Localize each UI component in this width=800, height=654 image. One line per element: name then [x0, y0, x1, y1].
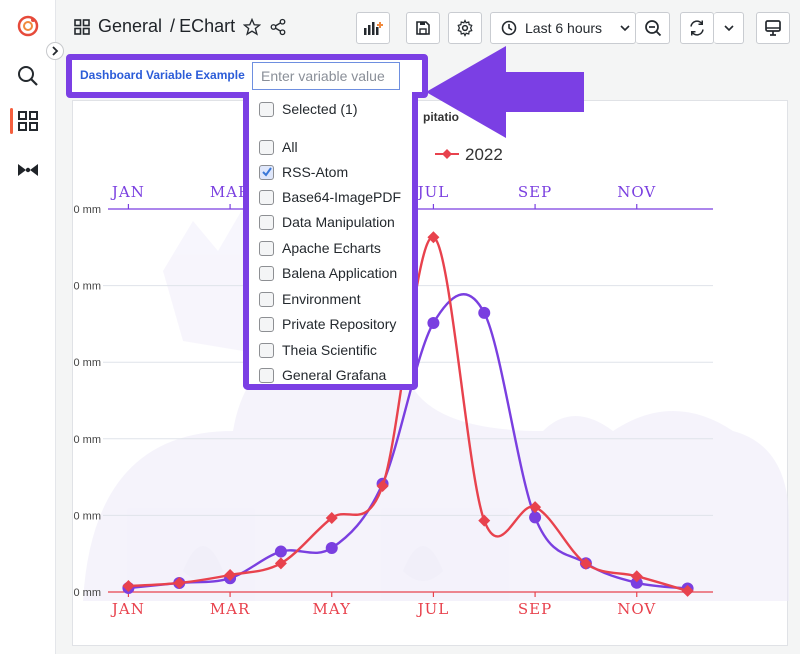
data-point[interactable]: [325, 542, 338, 555]
refresh-button[interactable]: [680, 12, 714, 44]
legend-swatch-marker: [442, 149, 452, 159]
legend-label: 2022: [465, 145, 503, 164]
checkbox[interactable]: [259, 101, 274, 117]
bottom-axis-label: MAY: [313, 600, 352, 618]
y-tick-label: 150 mm: [73, 357, 101, 369]
data-point[interactable]: [529, 511, 542, 524]
option-label: General Grafana: [282, 367, 387, 383]
decorative-background: [83, 181, 789, 601]
option-label: Base64-ImagePDF: [282, 189, 402, 205]
option-row[interactable]: Apache Echarts: [259, 237, 381, 259]
y-tick-label: 100 mm: [73, 434, 101, 446]
refresh-interval-dropdown[interactable]: [714, 12, 744, 44]
option-row[interactable]: Environment: [259, 288, 361, 310]
gear-icon: [457, 19, 473, 37]
checkbox[interactable]: [259, 189, 274, 205]
option-label: Apache Echarts: [282, 240, 381, 256]
variable-value-input[interactable]: [252, 62, 400, 90]
option-label: RSS-Atom: [282, 164, 349, 180]
dashboard-grid-icon: [74, 18, 90, 35]
checkbox[interactable]: [259, 240, 274, 256]
option-row[interactable]: RSS-Atom: [259, 161, 348, 183]
zoom-out-icon: [644, 20, 661, 37]
checkbox[interactable]: [259, 139, 274, 155]
y-tick-label: 0 mm: [74, 587, 102, 599]
chevron-right-icon: [52, 46, 59, 56]
clock-icon: [501, 20, 517, 36]
add-panel-icon: [364, 22, 383, 35]
chart-panel: pitatio 2022 0 mm50 mm100 mm150 mm200 mm…: [61, 100, 789, 646]
checkbox[interactable]: [259, 316, 274, 332]
breadcrumb-separator: /: [170, 16, 176, 36]
arrow-pointer-icon: [426, 46, 584, 138]
refresh-icon: [690, 20, 704, 36]
option-label: All: [282, 139, 298, 155]
chevron-down-icon: [620, 25, 630, 32]
checkbox[interactable]: [259, 342, 274, 358]
breadcrumb: General / EChart: [74, 16, 287, 37]
share-icon[interactable]: [269, 18, 287, 36]
dashboards-icon[interactable]: [10, 103, 46, 139]
time-range-picker[interactable]: Last 6 hours: [490, 12, 636, 44]
option-label: Data Manipulation: [282, 214, 395, 230]
checkbox[interactable]: [259, 291, 274, 307]
checkbox[interactable]: [259, 214, 274, 230]
checkbox[interactable]: [259, 265, 274, 281]
option-label: Private Repository: [282, 316, 397, 332]
legend: 2022: [435, 145, 503, 164]
data-point[interactable]: [478, 306, 491, 319]
y-tick-label: 50 mm: [73, 510, 101, 522]
option-row[interactable]: Base64-ImagePDF: [259, 186, 401, 208]
option-row[interactable]: Theia Scientific: [259, 339, 377, 361]
option-row[interactable]: Data Manipulation: [259, 211, 395, 233]
monitor-icon: [765, 20, 781, 36]
top-axis-label: NOV: [617, 183, 656, 201]
option-row[interactable]: Balena Application: [259, 262, 397, 284]
option-row[interactable]: All: [259, 136, 298, 158]
search-icon[interactable]: [10, 58, 46, 94]
star-icon[interactable]: [243, 17, 262, 36]
chevron-down-icon: [723, 25, 734, 32]
bottom-axis-label: NOV: [617, 600, 656, 618]
expand-sidebar-button[interactable]: [46, 42, 64, 60]
bowtie-app-icon[interactable]: [10, 152, 46, 188]
time-range-label: Last 6 hours: [525, 20, 603, 36]
y-tick-label: 200 mm: [73, 281, 101, 293]
checkmark-icon: [261, 167, 272, 177]
selected-summary-row[interactable]: Selected (1): [259, 98, 357, 120]
option-row[interactable]: Private Repository: [259, 313, 396, 335]
top-axis-label: JUL: [416, 183, 450, 201]
top-axis-label: SEP: [518, 183, 552, 201]
dashboard-title: EChart: [179, 16, 236, 36]
dashboard-settings-button[interactable]: [448, 12, 482, 44]
option-label: Theia Scientific: [282, 342, 377, 358]
checkbox-checked[interactable]: [259, 164, 274, 180]
variable-label: Dashboard Variable Example: [80, 68, 245, 82]
bottom-axis-label: SEP: [518, 600, 552, 618]
option-row[interactable]: General Grafana: [259, 364, 387, 384]
selected-summary-label: Selected (1): [282, 101, 358, 117]
option-label: Balena Application: [282, 265, 398, 281]
grafana-logo-icon[interactable]: [10, 8, 46, 44]
precipitation-chart: pitatio 2022 0 mm50 mm100 mm150 mm200 mm…: [61, 110, 789, 618]
bottom-axis-label: MAR: [210, 600, 251, 618]
zoom-out-button[interactable]: [636, 12, 670, 44]
top-axis-label: JAN: [110, 183, 145, 201]
y-tick-label: 250 mm: [73, 204, 101, 216]
sidebar: [0, 0, 56, 654]
bottom-axis-label: JUL: [416, 600, 450, 618]
checkbox[interactable]: [259, 367, 274, 383]
add-panel-button[interactable]: [356, 12, 390, 44]
data-point[interactable]: [427, 316, 440, 329]
save-dashboard-button[interactable]: [406, 12, 440, 44]
bottom-axis-label: JAN: [110, 600, 145, 618]
data-point[interactable]: [274, 545, 287, 558]
variable-options-dropdown: Selected (1) All RSS-Atom Base64-ImagePDF D…: [243, 92, 418, 390]
tv-mode-button[interactable]: [756, 12, 790, 44]
breadcrumb-folder[interactable]: General: [98, 16, 162, 37]
save-icon: [416, 21, 430, 35]
option-label: Environment: [282, 291, 361, 307]
